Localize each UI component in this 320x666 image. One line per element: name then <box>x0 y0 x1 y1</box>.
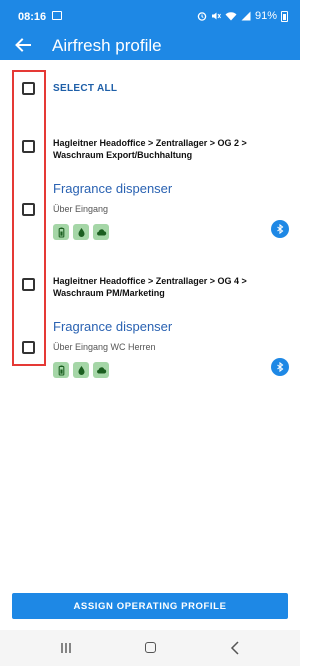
feature-icons <box>53 362 113 378</box>
status-icons: 91% <box>197 10 288 22</box>
back-arrow-icon[interactable] <box>12 34 34 56</box>
device-checkbox[interactable] <box>22 341 35 354</box>
cloud-icon <box>93 362 109 378</box>
battery-icon <box>53 224 69 240</box>
cloud-icon <box>93 224 109 240</box>
device-name[interactable]: Fragrance dispenser <box>53 181 172 196</box>
checkbox-column-highlight <box>12 70 46 366</box>
battery-icon <box>53 362 69 378</box>
image-notification-icon <box>52 11 62 20</box>
wifi-icon <box>225 12 237 21</box>
status-bar: 08:16 91% <box>0 0 300 32</box>
signal-icon <box>241 11 251 21</box>
select-all-checkbox[interactable] <box>22 82 35 95</box>
group-checkbox[interactable] <box>22 278 35 291</box>
bluetooth-icon[interactable] <box>271 220 289 238</box>
location-path: Hagleitner Headoffice > Zentrallager > O… <box>53 138 247 160</box>
recent-apps-icon[interactable] <box>60 642 72 654</box>
drop-icon <box>73 224 89 240</box>
home-icon[interactable] <box>145 642 156 653</box>
device-location: Über Eingang <box>53 204 109 214</box>
nav-back-icon[interactable] <box>228 640 242 656</box>
device-name[interactable]: Fragrance dispenser <box>53 319 172 334</box>
feature-icons <box>53 224 113 240</box>
drop-icon <box>73 362 89 378</box>
bluetooth-icon[interactable] <box>271 358 289 376</box>
group-checkbox[interactable] <box>22 140 35 153</box>
alarm-icon <box>197 12 207 21</box>
page-title: Airfresh profile <box>52 36 162 55</box>
device-location: Über Eingang WC Herren <box>53 342 156 352</box>
status-time: 08:16 <box>18 11 47 23</box>
battery-percent: 91% <box>254 10 277 22</box>
device-checkbox[interactable] <box>22 203 35 216</box>
select-all-label[interactable]: SELECT ALL <box>53 83 117 94</box>
battery-icon <box>281 10 288 22</box>
mute-icon <box>211 12 221 20</box>
system-nav-bar <box>0 630 300 666</box>
assign-operating-profile-button[interactable]: ASSIGN OPERATING PROFILE <box>12 593 288 619</box>
location-path: Hagleitner Headoffice > Zentrallager > O… <box>53 276 247 298</box>
app-bar: Airfresh profile <box>0 32 300 60</box>
